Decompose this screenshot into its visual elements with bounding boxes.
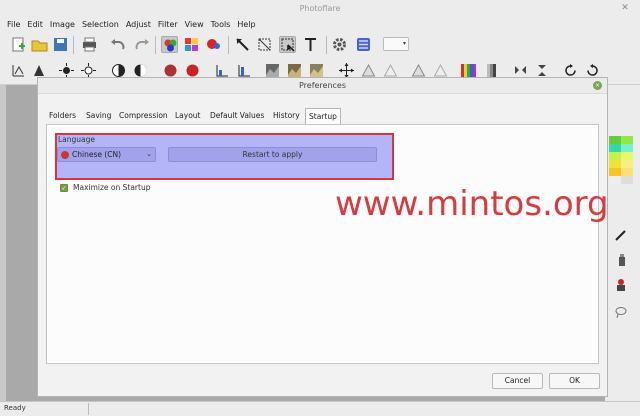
language-select-value: Chinese (CN) — [72, 150, 122, 159]
menu-adjust[interactable]: Adjust — [119, 17, 151, 32]
chevron-down-icon: ▾ — [402, 40, 406, 47]
undo-icon[interactable] — [110, 36, 127, 53]
new-file-icon[interactable] — [10, 36, 27, 53]
redo-icon[interactable] — [133, 36, 150, 53]
menu-tools[interactable]: Tools — [204, 17, 231, 32]
pointer-icon[interactable] — [234, 36, 251, 53]
select-tool-icon[interactable] — [279, 36, 296, 53]
menu-edit[interactable]: Edit — [20, 17, 43, 32]
zoom-combo[interactable]: ▾ — [383, 37, 409, 51]
menu-file[interactable]: File — [0, 17, 20, 32]
menu-filter[interactable]: Filter — [151, 17, 178, 32]
save-icon[interactable] — [52, 36, 69, 53]
china-flag-icon — [61, 151, 69, 159]
tab-compression[interactable]: Compression — [119, 108, 168, 124]
ok-button[interactable]: OK — [549, 373, 600, 389]
dialog-close-icon[interactable]: × — [593, 81, 602, 90]
color-palette[interactable] — [609, 136, 633, 192]
tab-startup[interactable]: Startup — [305, 108, 341, 124]
palette-grid-icon[interactable] — [183, 36, 200, 53]
toolbar-separator — [155, 36, 156, 54]
language-label: Language — [58, 135, 96, 144]
preferences-dialog: Preferences × Folders Saving Compression… — [37, 77, 608, 397]
menu-help[interactable]: Help — [230, 17, 255, 32]
left-panel — [0, 85, 6, 401]
tab-default-values[interactable]: Default Values — [210, 108, 264, 124]
dialog-titlebar: Preferences — [38, 78, 607, 94]
main-toolbar: ▾ — [0, 32, 640, 84]
tab-folders[interactable]: Folders — [49, 108, 76, 124]
open-folder-icon[interactable] — [31, 36, 48, 53]
pen-tool-icon[interactable] — [614, 228, 628, 242]
dialog-title: Preferences — [298, 81, 347, 90]
menu-bar: File Edit Image Selection Adjust Filter View To… — [0, 17, 640, 32]
preferences-icon[interactable] — [355, 36, 372, 53]
chevron-down-icon: ⌄ — [146, 150, 152, 158]
print-icon[interactable] — [81, 36, 98, 53]
toolbar-separator — [326, 36, 327, 54]
window-titlebar: Photoflare ✕ — [0, 0, 640, 17]
startup-tab-page: Language Chinese (CN) ⌄ Restart to apply… — [46, 124, 599, 364]
status-separator — [88, 403, 89, 415]
red-eye-icon[interactable] — [205, 36, 222, 53]
stamp-tool-icon[interactable] — [614, 278, 628, 292]
watermark: www.mintos.org — [335, 184, 609, 224]
language-select[interactable]: Chinese (CN) ⌄ — [57, 147, 156, 162]
status-text: Ready — [4, 404, 26, 412]
text-tool-icon[interactable] — [302, 36, 319, 53]
gear-icon[interactable] — [331, 36, 348, 53]
right-tool-panel — [605, 85, 640, 401]
menu-selection[interactable]: Selection — [75, 17, 119, 32]
window-title: Photoflare — [299, 4, 341, 13]
toolbar-separator — [228, 36, 229, 54]
toolbar-separator — [73, 36, 74, 54]
menu-image[interactable]: Image — [43, 17, 75, 32]
restart-to-apply-button[interactable]: Restart to apply — [168, 147, 377, 162]
window-close-icon[interactable]: ✕ — [620, 3, 630, 13]
status-bar: Ready — [0, 401, 640, 416]
cancel-button[interactable]: Cancel — [492, 373, 543, 389]
tab-layout[interactable]: Layout — [175, 108, 201, 124]
color-balls-icon[interactable] — [161, 36, 178, 53]
spray-tool-icon[interactable] — [616, 253, 628, 267]
tab-history[interactable]: History — [273, 108, 300, 124]
menu-view[interactable]: View — [178, 17, 204, 32]
crop-icon[interactable] — [256, 36, 273, 53]
maximize-on-startup-checkbox[interactable]: ✓ — [60, 184, 68, 192]
tab-saving[interactable]: Saving — [86, 108, 111, 124]
maximize-on-startup-label: Maximize on Startup — [73, 183, 151, 192]
auto-level-icon[interactable] — [10, 62, 27, 79]
lasso-tool-icon[interactable] — [614, 305, 628, 319]
